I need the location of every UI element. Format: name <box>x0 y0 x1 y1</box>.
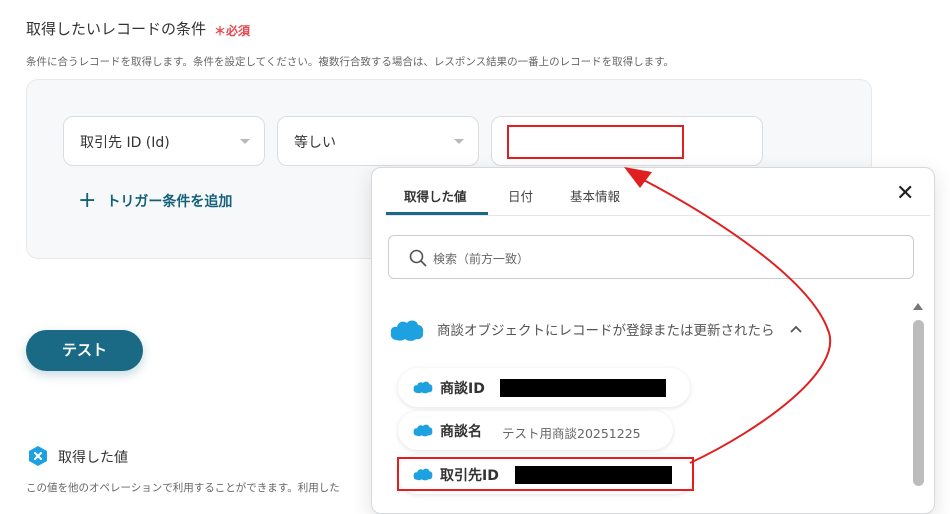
add-trigger-label: トリガー条件を追加 <box>106 194 233 210</box>
scroll-up-arrow[interactable] <box>913 303 923 310</box>
operator-select[interactable]: 等しい <box>277 116 479 166</box>
search-placeholder: 検索（前方一致） <box>433 252 530 266</box>
salesforce-cloud-icon <box>390 320 424 341</box>
salesforce-cloud-icon <box>413 424 433 437</box>
item-sample-value: テスト用商談20251225 <box>502 426 641 441</box>
group-label: 商談オブジェクトにレコードが登録または更新されたら <box>437 323 775 339</box>
item-label: 商談ID <box>440 381 485 397</box>
retrieved-values-title: 取得した値 <box>58 450 128 466</box>
test-button[interactable]: テスト <box>26 330 143 371</box>
search-input[interactable]: 検索（前方一致） <box>388 235 914 279</box>
field-select[interactable]: 取引先 ID (Id) <box>63 116 265 166</box>
close-icon[interactable]: ✕ <box>896 183 914 205</box>
tab-divider <box>386 215 930 216</box>
item-label: 商談名 <box>440 424 482 440</box>
highlight-box-account-id <box>397 457 694 491</box>
retrieved-values-description: この値を他のオペレーションで利用することができます。利用した <box>26 482 340 494</box>
list-item[interactable]: 商談名 テスト用商談20251225 <box>398 411 673 450</box>
retrieved-values-icon <box>29 446 47 466</box>
operator-select-value: 等しい <box>294 135 336 151</box>
tab-retrieved-values[interactable]: 取得した値 <box>404 186 467 205</box>
list-item[interactable]: 商談ID <box>398 368 690 407</box>
add-trigger-condition-button[interactable]: + トリガー条件を追加 <box>78 188 233 213</box>
section-description: 条件に合うレコードを取得します。条件を設定してください。複数行合致する場合は、レ… <box>26 56 675 68</box>
chevron-up-icon <box>789 325 802 333</box>
field-select-value: 取引先 ID (Id) <box>80 135 170 151</box>
group-header[interactable]: 商談オブジェクトにレコードが登録または更新されたら <box>389 316 803 342</box>
required-badge: ＊必須 <box>214 24 251 38</box>
chevron-down-icon <box>240 139 250 144</box>
highlight-box-value-input <box>507 125 684 159</box>
scrollbar-thumb[interactable] <box>913 320 924 486</box>
chevron-down-icon <box>454 139 464 144</box>
redacted-value <box>500 379 666 397</box>
search-icon <box>409 249 427 267</box>
plus-icon: + <box>78 188 97 213</box>
salesforce-cloud-icon <box>413 381 433 394</box>
tab-date[interactable]: 日付 <box>508 186 533 205</box>
tab-basic-info[interactable]: 基本情報 <box>570 186 620 205</box>
section-title: 取得したいレコードの条件 <box>26 20 207 38</box>
